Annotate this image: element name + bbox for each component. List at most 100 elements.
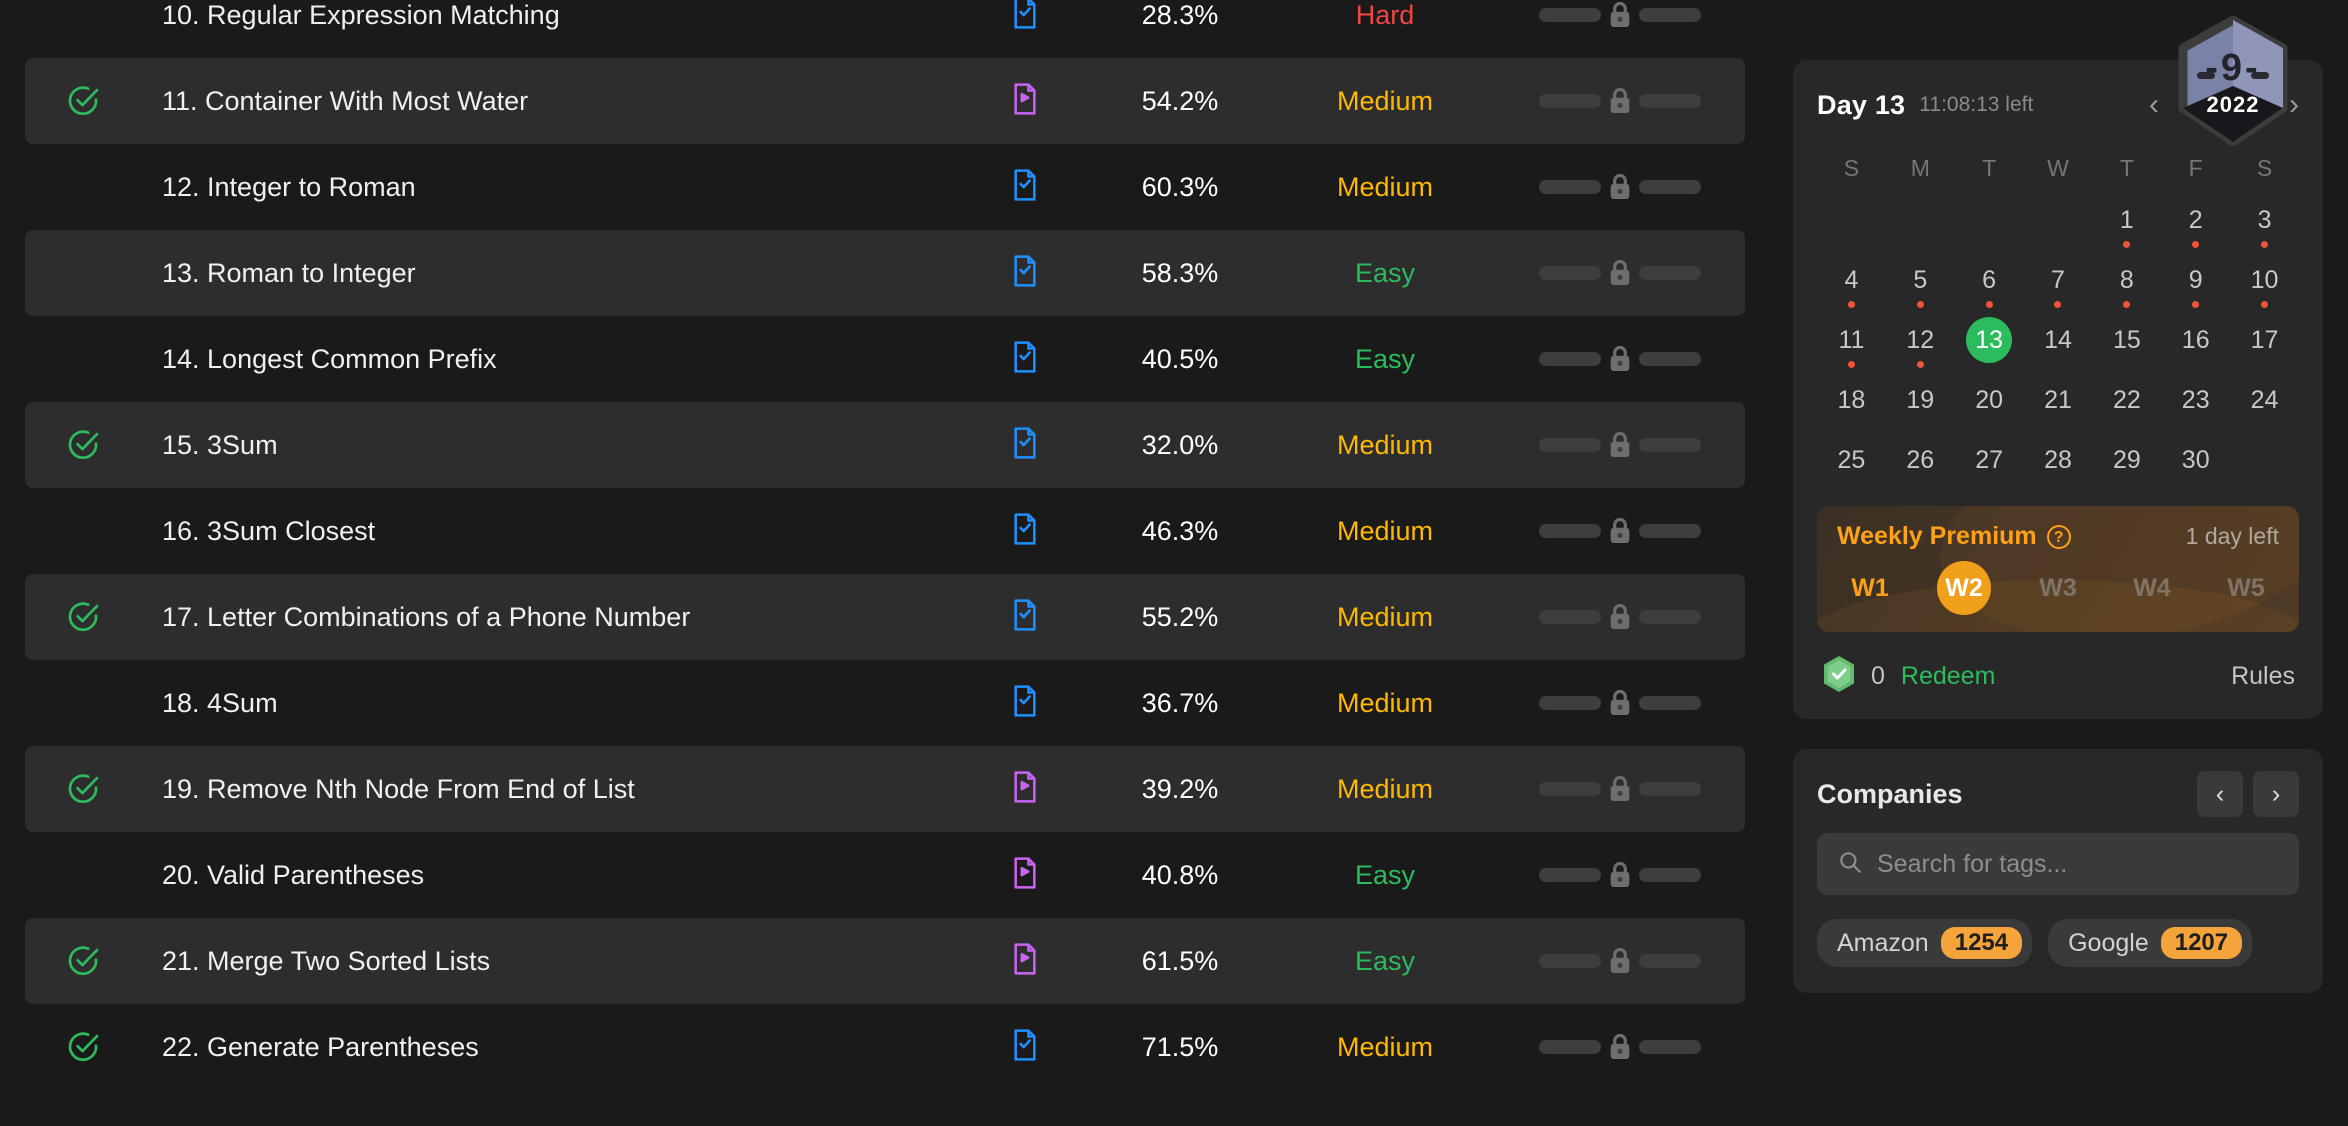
- solution-cell: [965, 425, 1085, 466]
- premium-week-w4[interactable]: W4: [2125, 561, 2179, 615]
- article-icon[interactable]: [1009, 1027, 1041, 1068]
- problem-title-link[interactable]: 13. Roman to Integer: [140, 258, 965, 289]
- difficulty-label: Medium: [1336, 773, 1434, 804]
- calendar-day[interactable]: 30: [2161, 430, 2230, 490]
- problem-title-link[interactable]: 17. Letter Combinations of a Phone Numbe…: [140, 602, 965, 633]
- calendar-day[interactable]: 26: [1886, 430, 1955, 490]
- article-icon[interactable]: [1009, 0, 1041, 36]
- difficulty-label: Easy: [1354, 257, 1416, 288]
- calendar-day[interactable]: 12: [1886, 310, 1955, 370]
- calendar-day[interactable]: 22: [2092, 370, 2161, 430]
- calendar-day[interactable]: 2: [2161, 190, 2230, 250]
- calendar-day[interactable]: 20: [1955, 370, 2024, 430]
- table-row[interactable]: 10. Regular Expression Matching 28.3% Hard: [25, 0, 1745, 58]
- premium-week-w1[interactable]: W1: [1843, 561, 1897, 615]
- calendar-day[interactable]: 10: [2230, 250, 2299, 310]
- calendar-day[interactable]: 25: [1817, 430, 1886, 490]
- problem-title-link[interactable]: 14. Longest Common Prefix: [140, 344, 965, 375]
- article-icon[interactable]: [1009, 425, 1041, 466]
- redeem-link[interactable]: Redeem: [1901, 662, 1996, 691]
- company-tag[interactable]: Google 1207: [2048, 919, 2253, 967]
- calendar-day[interactable]: 15: [2092, 310, 2161, 370]
- calendar-day[interactable]: 19: [1886, 370, 1955, 430]
- calendar-day[interactable]: 16: [2161, 310, 2230, 370]
- calendar-day[interactable]: 17: [2230, 310, 2299, 370]
- calendar-day[interactable]: 6: [1955, 250, 2024, 310]
- problem-title-link[interactable]: 10. Regular Expression Matching: [140, 0, 965, 31]
- problem-title-link[interactable]: 22. Generate Parentheses: [140, 1032, 965, 1063]
- table-row[interactable]: 14. Longest Common Prefix 40.5% Easy: [25, 316, 1745, 402]
- premium-week-w2[interactable]: W2: [1937, 561, 1991, 615]
- calendar-day[interactable]: 8: [2092, 250, 2161, 310]
- companies-next-button[interactable]: ›: [2253, 771, 2299, 817]
- calendar-day[interactable]: 3: [2230, 190, 2299, 250]
- table-row[interactable]: 18. 4Sum 36.7% Medium: [25, 660, 1745, 746]
- calendar-day-dot: [2123, 301, 2131, 308]
- frequency-bar-right: [1639, 1040, 1701, 1054]
- video-icon[interactable]: [1009, 855, 1041, 896]
- problem-title-link[interactable]: 15. 3Sum: [140, 430, 965, 461]
- problem-title-link[interactable]: 16. 3Sum Closest: [140, 516, 965, 547]
- video-icon[interactable]: [1009, 769, 1041, 810]
- problem-title-link[interactable]: 11. Container With Most Water: [140, 86, 965, 117]
- calendar-day[interactable]: 23: [2161, 370, 2230, 430]
- calendar-day[interactable]: 27: [1955, 430, 2024, 490]
- companies-prev-button[interactable]: ‹: [2197, 771, 2243, 817]
- calendar-day[interactable]: 11: [1817, 310, 1886, 370]
- calendar-day-number: 1: [2119, 205, 2134, 234]
- premium-week-w3[interactable]: W3: [2031, 561, 2085, 615]
- calendar-day[interactable]: 1: [2092, 190, 2161, 250]
- difficulty-label: Easy: [1354, 859, 1416, 890]
- article-icon[interactable]: [1009, 511, 1041, 552]
- problem-title-link[interactable]: 19. Remove Nth Node From End of List: [140, 774, 965, 805]
- calendar-day[interactable]: 4: [1817, 250, 1886, 310]
- table-row[interactable]: 15. 3Sum 32.0% Medium: [25, 402, 1745, 488]
- table-row[interactable]: 22. Generate Parentheses 71.5% Medium: [25, 1004, 1745, 1090]
- calendar-day[interactable]: 24: [2230, 370, 2299, 430]
- company-tag[interactable]: Amazon 1254: [1817, 919, 2033, 967]
- acceptance-rate: 40.5%: [1141, 343, 1219, 374]
- article-icon[interactable]: [1009, 253, 1041, 294]
- video-icon[interactable]: [1009, 941, 1041, 982]
- article-icon[interactable]: [1009, 597, 1041, 638]
- calendar-day-number: 26: [1906, 445, 1935, 474]
- weekly-premium-card[interactable]: Weekly Premium ? 1 day left W1 W2 W3 W4 W5: [1817, 506, 2299, 632]
- problem-title-link[interactable]: 20. Valid Parentheses: [140, 860, 965, 891]
- problem-title-link[interactable]: 12. Integer to Roman: [140, 172, 965, 203]
- calendar-day[interactable]: 5: [1886, 250, 1955, 310]
- lock-icon: [1605, 773, 1635, 805]
- acceptance-rate: 46.3%: [1141, 515, 1219, 546]
- tag-search-box[interactable]: [1817, 833, 2299, 895]
- table-row[interactable]: 11. Container With Most Water 54.2% Medium: [25, 58, 1745, 144]
- frequency-bar-right: [1639, 782, 1701, 796]
- tag-search-input[interactable]: [1877, 849, 2279, 879]
- calendar-day[interactable]: 7: [2024, 250, 2093, 310]
- table-row[interactable]: 12. Integer to Roman 60.3% Medium: [25, 144, 1745, 230]
- table-row[interactable]: 19. Remove Nth Node From End of List 39.2…: [25, 746, 1745, 832]
- article-icon[interactable]: [1009, 167, 1041, 208]
- article-icon[interactable]: [1009, 683, 1041, 724]
- problem-title-link[interactable]: 21. Merge Two Sorted Lists: [140, 946, 965, 977]
- table-row[interactable]: 13. Roman to Integer 58.3% Easy: [25, 230, 1745, 316]
- question-mark-icon[interactable]: ?: [2046, 524, 2071, 549]
- calendar-day[interactable]: 29: [2092, 430, 2161, 490]
- calendar-day[interactable]: 9: [2161, 250, 2230, 310]
- calendar-day-number: 7: [2051, 265, 2065, 294]
- video-icon[interactable]: [1009, 81, 1041, 122]
- calendar-day-number: 16: [2181, 325, 2210, 354]
- calendar-day[interactable]: 21: [2024, 370, 2093, 430]
- problem-title-link[interactable]: 18. 4Sum: [140, 688, 965, 719]
- calendar-day[interactable]: 18: [1817, 370, 1886, 430]
- article-icon[interactable]: [1009, 339, 1041, 380]
- frequency-cell: [1495, 257, 1745, 289]
- rules-link[interactable]: Rules: [2231, 662, 2295, 691]
- calendar-day[interactable]: 28: [2024, 430, 2093, 490]
- premium-week-w5[interactable]: W5: [2219, 561, 2273, 615]
- table-row[interactable]: 17. Letter Combinations of a Phone Numbe…: [25, 574, 1745, 660]
- calendar-prev-month-button[interactable]: ‹: [2149, 90, 2159, 120]
- calendar-day[interactable]: 14: [2024, 310, 2093, 370]
- table-row[interactable]: 21. Merge Two Sorted Lists 61.5% Easy: [25, 918, 1745, 1004]
- calendar-day-today[interactable]: 13: [1955, 310, 2024, 370]
- table-row[interactable]: 20. Valid Parentheses 40.8% Easy: [25, 832, 1745, 918]
- table-row[interactable]: 16. 3Sum Closest 46.3% Medium: [25, 488, 1745, 574]
